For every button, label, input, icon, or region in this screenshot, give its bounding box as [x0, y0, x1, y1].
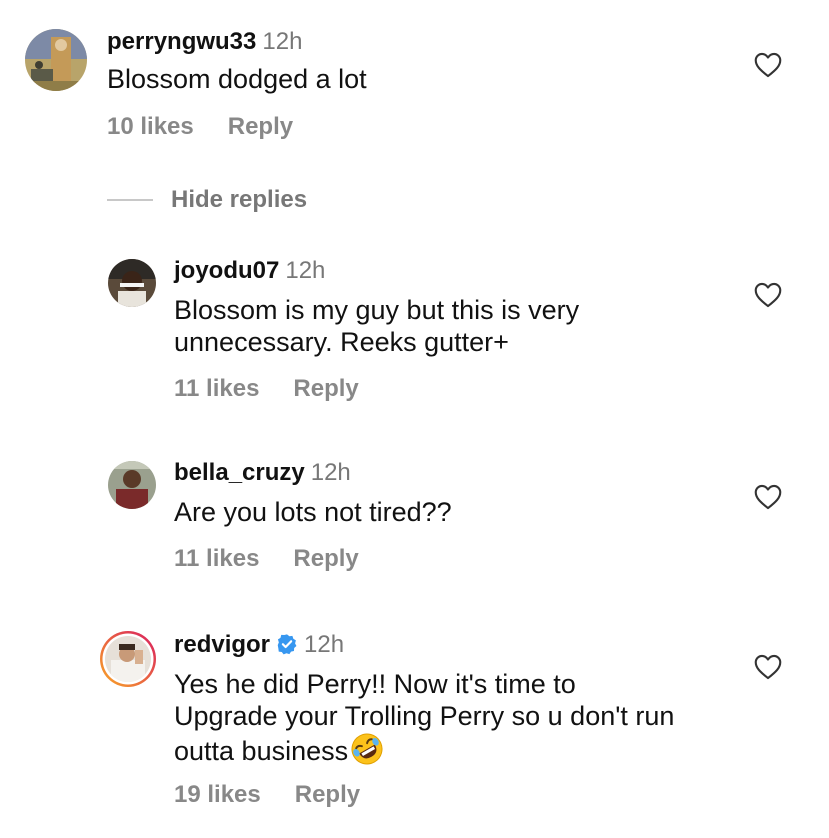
heart-icon[interactable]	[754, 52, 782, 78]
timestamp: 12h	[310, 459, 351, 486]
username[interactable]: redvigor	[174, 631, 270, 658]
comment-header: joyodu07 12h	[174, 257, 325, 285]
rolling-on-floor-laughing-emoji-icon	[350, 732, 384, 773]
comment-meta: 11 likes Reply	[174, 375, 359, 403]
avatar[interactable]	[108, 259, 156, 307]
username[interactable]: bella_cruzy	[174, 459, 305, 486]
likes-count[interactable]: 11 likes	[174, 545, 259, 572]
reply-button[interactable]: Reply	[293, 545, 358, 572]
timestamp: 12h	[262, 28, 303, 55]
timestamp: 12h	[304, 631, 345, 658]
verified-badge-icon	[276, 633, 298, 662]
username[interactable]: perryngwu33	[107, 28, 256, 55]
heart-icon[interactable]	[754, 654, 782, 680]
comment-header: perryngwu33 12h	[107, 28, 302, 56]
comment-header: bella_cruzy 12h	[174, 459, 351, 487]
likes-count[interactable]: 19 likes	[174, 781, 261, 808]
divider-line	[107, 199, 153, 201]
comment-text-body: Yes he did Perry!! Now it's time to Upgr…	[174, 669, 675, 766]
avatar-with-story-ring[interactable]	[99, 630, 157, 688]
username[interactable]: joyodu07	[174, 257, 279, 284]
heart-icon[interactable]	[754, 484, 782, 510]
comment-text: Are you lots not tired??	[174, 497, 452, 527]
avatar[interactable]	[25, 29, 87, 91]
reply-button[interactable]: Reply	[293, 375, 358, 402]
heart-icon[interactable]	[754, 282, 782, 308]
reply-button[interactable]: Reply	[295, 781, 360, 808]
likes-count[interactable]: 10 likes	[107, 113, 194, 140]
timestamp: 12h	[285, 257, 326, 284]
comment-header: redvigor 12h	[174, 631, 344, 662]
comment-meta: 11 likes Reply	[174, 545, 359, 573]
comment-text: Yes he did Perry!! Now it's time to Upgr…	[174, 668, 674, 773]
comment-text: Blossom dodged a lot	[107, 64, 367, 94]
reply-button[interactable]: Reply	[228, 113, 293, 140]
avatar[interactable]	[108, 461, 156, 509]
comment-meta: 19 likes Reply	[174, 781, 360, 809]
likes-count[interactable]: 11 likes	[174, 375, 259, 402]
comment-meta: 10 likes Reply	[107, 113, 293, 141]
comment-text: Blossom is my guy but this is very unnec…	[174, 295, 580, 357]
hide-replies-button[interactable]: Hide replies	[171, 185, 307, 215]
